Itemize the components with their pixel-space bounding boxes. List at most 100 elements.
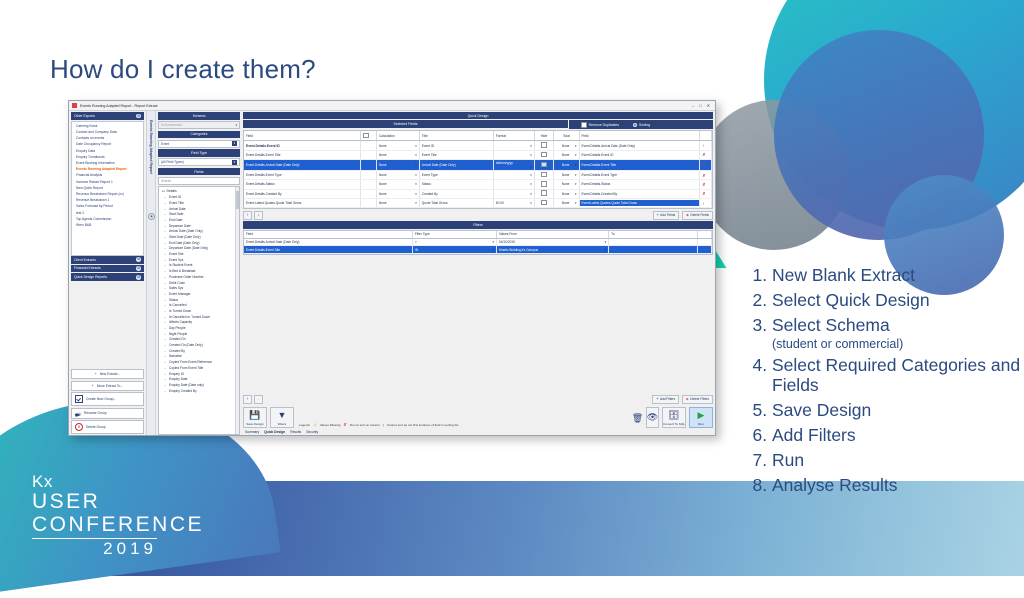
gear-icon[interactable]: ⚙	[136, 266, 141, 271]
convert-to-sql-button[interactable]: 🗄 Convert To SQL	[662, 407, 686, 428]
table-row[interactable]: Event.Details.Event ID None ▾ Event ID ▾ None…	[244, 140, 712, 151]
col-header-sortfield[interactable]: Field	[579, 131, 701, 142]
col-header-fieldpicker[interactable]	[360, 131, 377, 142]
hide-checkbox[interactable]	[541, 151, 547, 158]
fields-search-box[interactable]: Search	[158, 176, 240, 185]
hide-checkbox[interactable]	[541, 142, 547, 148]
sidebar-button[interactable]: ✕ Delete Group	[71, 420, 144, 434]
gear-icon[interactable]: ⚙	[136, 274, 141, 280]
hide-checkbox[interactable]	[541, 171, 547, 178]
selected-fields-grid[interactable]: Field Calculation Title Format Hide Total Fiel…	[243, 130, 713, 210]
chevron-down-icon[interactable]: ▾	[492, 240, 494, 244]
cell-field[interactable]: Event.Latest Quotes.Quote Total Gross	[244, 198, 362, 209]
expand-icon[interactable]: ⊟	[162, 189, 165, 193]
cell-title[interactable]: Arrival Date (Date Only)	[419, 159, 494, 171]
col-header-format[interactable]: Format	[493, 131, 535, 142]
trash-button[interactable]: 🗑	[632, 409, 643, 428]
table-row[interactable]: Event.Details.Event Type None ▾ Event Type ▾…	[244, 170, 712, 181]
sorting-gear-icon[interactable]: ⚙	[633, 122, 637, 127]
cell-hide[interactable]	[534, 140, 555, 151]
filter-row[interactable]: Event.Details.Event Site IN ▾ Kinetic Build…	[244, 245, 713, 254]
sidebar-group-header-other-exports[interactable]: Other Exports ⚙	[71, 112, 144, 120]
chevron-down-icon[interactable]: ▾	[415, 153, 417, 157]
cell-picker[interactable]	[360, 140, 377, 151]
cell-title[interactable]: Event Title	[419, 150, 494, 161]
chevron-down-icon[interactable]: ▾	[530, 201, 532, 205]
chevron-down-icon[interactable]: ▾	[575, 201, 577, 205]
cell-calculation[interactable]: None ▾	[376, 159, 420, 171]
categories-select[interactable]: Event ▾	[158, 139, 240, 148]
hide-checkbox[interactable]	[541, 161, 547, 168]
cell-title[interactable]: Status	[419, 179, 494, 190]
chevron-down-icon[interactable]: ▾	[415, 163, 417, 167]
sidebar-group-header[interactable]: Financial Extracts ⚙	[71, 264, 144, 273]
cell-total[interactable]: None ▾	[553, 140, 580, 151]
chevron-down-icon[interactable]: ▾	[530, 144, 532, 148]
cell-calculation[interactable]: None ▾	[376, 140, 420, 151]
chevron-down-icon[interactable]: ▾	[415, 192, 417, 196]
save-design-button[interactable]: 💾 Save Design	[243, 407, 267, 428]
filter-col-header-to[interactable]: To	[608, 230, 698, 240]
cell-calculation[interactable]: None ▾	[376, 150, 420, 161]
cell-total[interactable]: None ▾	[553, 159, 580, 171]
chevron-down-icon[interactable]: ▾	[232, 141, 237, 147]
filter-col-header-extra[interactable]	[697, 230, 713, 240]
schema-select[interactable]: KxCommercial ▾	[158, 121, 240, 130]
cell-sort-control[interactable]: ↑	[699, 198, 712, 209]
delete-fields-button[interactable]: ⊗ Delete Fields	[682, 210, 713, 220]
cell-format[interactable]: ▾	[493, 140, 535, 151]
chevron-down-icon[interactable]: ▾	[575, 192, 577, 196]
no-sort-icon[interactable]: ✗	[702, 182, 705, 187]
chevron-down-icon[interactable]: ▾	[415, 182, 417, 186]
pin-panel-icon[interactable]: ◉	[148, 213, 155, 220]
cell-total[interactable]: None ▾	[553, 150, 580, 161]
cell-sort-field[interactable]: Event.Details.Status	[579, 179, 701, 190]
chevron-down-icon[interactable]: ▾	[575, 144, 577, 148]
cell-format[interactable]: dd/mm/yyyy ▾	[493, 159, 535, 171]
chevron-down-icon[interactable]: ▾	[415, 144, 417, 148]
run-button[interactable]: ▶ Run	[689, 407, 713, 428]
cell-sort-control[interactable]: ✗	[699, 150, 712, 161]
table-row[interactable]: Event.Details.Status None ▾ Status ▾ None ▾ Eve…	[244, 179, 712, 190]
chevron-down-icon[interactable]: ▾	[232, 159, 237, 165]
field-type-select[interactable]: (All Field Types) ▾	[158, 158, 240, 167]
table-row[interactable]: Event.Details.Created By None ▾ Created By ▾…	[244, 189, 712, 199]
filter-cell-field[interactable]: Event.Details.Event Site	[244, 245, 413, 254]
cell-format[interactable]: ▾	[493, 189, 535, 199]
cell-sort-control[interactable]: ✗	[699, 179, 712, 190]
filters-grid[interactable]: Field Filter Type Values From To Event.Deta…	[243, 229, 713, 255]
sidebar-button[interactable]: + Move Extract To...	[71, 380, 144, 391]
col-header-calculation[interactable]: Calculation	[376, 131, 420, 142]
extracts-list[interactable]: Catering Kiosk Contact and Company Data Co…	[71, 120, 144, 256]
cell-hide[interactable]	[534, 150, 555, 161]
no-sort-icon[interactable]: ✗	[702, 191, 705, 196]
chevron-down-icon[interactable]: ▾	[575, 182, 577, 186]
footer-tabs[interactable]: Summary Quick Design Results Security	[243, 428, 713, 434]
cell-picker[interactable]	[360, 189, 377, 199]
filter-cell-extra[interactable]	[697, 245, 713, 254]
cell-field[interactable]: Event.Details.Created By	[244, 189, 362, 199]
cell-title[interactable]: Event Type	[419, 170, 494, 181]
move-filter-up-button[interactable]: ↑	[243, 394, 252, 404]
filter-row[interactable]: Event.Details.Arrival Date (Date Only) > ▾…	[244, 238, 713, 247]
col-header-hide[interactable]: Hide	[534, 131, 555, 142]
preview-button[interactable]: 👁	[646, 407, 659, 428]
cell-hide[interactable]	[534, 159, 555, 171]
filter-cell-to[interactable]	[608, 245, 698, 254]
cell-sort-control[interactable]: ✗	[699, 159, 712, 171]
cell-hide[interactable]	[534, 198, 555, 209]
filter-col-header-type[interactable]: Filter Type	[412, 230, 497, 240]
col-header-title[interactable]: Title	[419, 131, 494, 142]
cell-title[interactable]: Event ID	[419, 140, 494, 151]
cell-field[interactable]: Event.Details.Arrival Date (Date Only)	[244, 159, 362, 171]
minimize-button[interactable]: –	[692, 103, 694, 108]
cell-title[interactable]: Created By	[419, 189, 494, 199]
footer-tab[interactable]: Security	[306, 430, 318, 434]
chevron-down-icon[interactable]: ▾	[530, 173, 532, 177]
chevron-down-icon[interactable]: ▾	[235, 123, 237, 127]
cell-picker[interactable]	[360, 170, 377, 181]
filter-cell-values-from[interactable]: 04/10/2019 ▾	[496, 238, 610, 247]
cell-sort-field[interactable]: Event.Details.Created By	[579, 189, 701, 199]
chevron-down-icon[interactable]: ▾	[605, 248, 607, 252]
cell-format[interactable]: ▾	[493, 150, 535, 161]
